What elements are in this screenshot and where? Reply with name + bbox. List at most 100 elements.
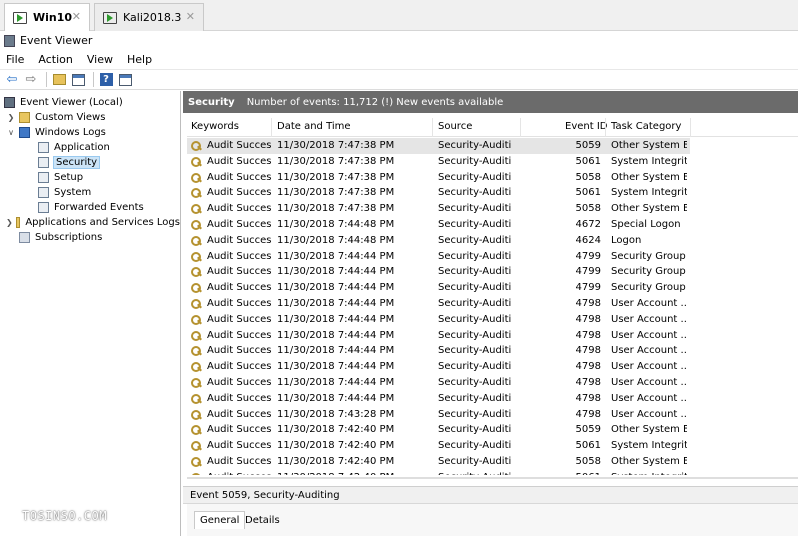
tree-item-security[interactable]: Security [0,155,180,170]
table-cell: 5061 [575,440,601,452]
title-bar: Event Viewer [0,31,798,50]
table-row[interactable]: Audit Success 11/30/2018 7:44:44 PM Securi… [187,375,690,391]
table-row[interactable]: Audit Success 11/30/2018 7:43:28 PM Securi… [187,407,690,423]
table-cell: Other System E... [611,456,687,467]
help-icon[interactable]: ? [98,72,114,88]
table-cell: 11/30/2018 7:44:44 PM [277,345,395,357]
table-cell: Other System E... [611,203,687,215]
table-row[interactable]: Audit Success 11/30/2018 7:44:44 PM Securi… [187,359,690,375]
table-row[interactable]: Audit Success 11/30/2018 7:42:40 PM Securi… [187,454,690,470]
table-cell: Security-Auditi [438,250,512,262]
tab-general[interactable]: General [194,511,246,529]
table-cell: 4798 [575,408,601,420]
open-folder-icon[interactable] [51,72,67,88]
horizontal-scrollbar[interactable] [187,477,798,479]
key-icon [191,267,201,278]
table-row[interactable]: Audit Success 11/30/2018 7:44:48 PM Securi… [187,217,690,233]
table-row[interactable]: Audit Success 11/30/2018 7:47:38 PM Securi… [187,154,690,170]
table-row[interactable]: Audit Success 11/30/2018 7:44:44 PM Securi… [187,296,690,312]
table-cell: 11/30/2018 7:44:44 PM [277,282,395,294]
table-cell: 11/30/2018 7:43:28 PM [277,408,395,420]
table-cell: 5061 [575,155,601,167]
vm-icon [13,11,27,24]
table-row[interactable]: Audit Success 11/30/2018 7:44:48 PM Securi… [187,233,690,249]
tree-item-system[interactable]: System [0,185,180,200]
vm-tab-win10[interactable]: Win10 ✕ [4,3,90,31]
tree-item-windows-logs[interactable]: ∨ Windows Logs [0,125,180,140]
toolbar: ⇦ ⇨ ? [0,69,798,90]
chevron-down-icon[interactable]: ∨ [6,128,16,137]
table-cell: Audit Success [207,234,271,246]
column-header-date-time[interactable]: Date and Time [277,121,351,132]
forward-arrow-icon[interactable]: ⇨ [23,72,39,88]
table-row[interactable]: Audit Success 11/30/2018 7:42:40 PM Securi… [187,470,690,475]
table-cell: 4798 [575,377,601,388]
tree-item-custom-views[interactable]: ❯ Custom Views [0,110,180,125]
table-cell: Other System E... [611,171,687,183]
tree-item-forwarded-events[interactable]: Forwarded Events [0,200,180,215]
table-row[interactable]: Audit Success 11/30/2018 7:47:38 PM Securi… [187,201,690,217]
menu-file[interactable]: File [6,53,24,66]
tree-item-application[interactable]: Application [0,140,180,155]
back-arrow-icon[interactable]: ⇦ [4,72,20,88]
close-icon[interactable]: ✕ [72,10,81,23]
table-row[interactable]: Audit Success 11/30/2018 7:47:38 PM Securi… [187,185,690,201]
menu-help[interactable]: Help [127,53,152,66]
key-icon [191,409,201,420]
table-row[interactable]: Audit Success 11/30/2018 7:44:44 PM Securi… [187,249,690,265]
table-cell: 4672 [575,219,601,230]
column-header-event-id[interactable]: Event ID [565,121,607,132]
subscriptions-icon [19,232,30,243]
table-cell: User Account ... [611,361,687,373]
table-row[interactable]: Audit Success 11/30/2018 7:42:40 PM Securi… [187,422,690,438]
column-header-task-category[interactable]: Task Category [611,121,681,132]
event-viewer-icon [4,34,15,47]
table-cell: Security-Auditi [438,361,512,373]
event-detail-header: Event 5059, Security-Auditing [183,486,798,504]
watermark-text: TOSINSO.COM [22,509,107,523]
table-row[interactable]: Audit Success 11/30/2018 7:44:44 PM Securi… [187,328,690,344]
key-icon [191,299,201,309]
tree-item-subscriptions[interactable]: Subscriptions [0,230,180,245]
vm-tab-kali[interactable]: Kali2018.3 ✕ [94,3,204,31]
table-cell: Audit Success [207,345,271,357]
table-row[interactable]: Audit Success 11/30/2018 7:42:40 PM Securi… [187,438,690,454]
tree-item-apps-services[interactable]: ❯ Applications and Services Logs [0,215,180,230]
table-row[interactable]: Audit Success 11/30/2018 7:44:44 PM Securi… [187,391,690,407]
table-row[interactable]: Audit Success 11/30/2018 7:44:44 PM Securi… [187,312,690,328]
table-cell: 11/30/2018 7:44:44 PM [277,298,395,309]
column-header-keywords[interactable]: Keywords [191,121,239,132]
table-cell: Security-Auditi [438,171,512,183]
chevron-right-icon[interactable]: ❯ [6,113,16,122]
tree-item-setup[interactable]: Setup [0,170,180,185]
table-cell: Security Group ... [611,250,687,262]
key-icon [191,220,201,230]
table-cell: Security-Auditi [438,234,512,246]
table-cell: Audit Success [207,282,271,294]
key-icon [191,156,201,167]
table-row[interactable]: Audit Success 11/30/2018 7:44:44 PM Securi… [187,280,690,296]
menu-view[interactable]: View [87,53,113,66]
log-icon [38,157,49,168]
table-row[interactable]: Audit Success 11/30/2018 7:47:38 PM Securi… [187,138,690,154]
table-cell: 4798 [575,313,601,325]
log-header: Security Number of events: 11,712 (!) Ne… [183,91,798,113]
table-row[interactable]: Audit Success 11/30/2018 7:47:38 PM Securi… [187,170,690,186]
column-header-source[interactable]: Source [438,121,472,132]
table-cell: 11/30/2018 7:44:48 PM [277,234,395,246]
chevron-right-icon[interactable]: ❯ [6,218,13,227]
table-cell: 11/30/2018 7:44:44 PM [277,266,395,278]
tab-details[interactable]: Details [240,511,285,529]
show-hide-tree-icon[interactable] [70,72,86,88]
table-cell: Special Logon [611,219,681,230]
table-row[interactable]: Audit Success 11/30/2018 7:44:44 PM Securi… [187,264,690,280]
table-cell: 11/30/2018 7:42:40 PM [277,456,395,467]
menu-action[interactable]: Action [38,53,72,66]
table-cell: Security Group ... [611,266,687,278]
table-row[interactable]: Audit Success 11/30/2018 7:44:44 PM Securi… [187,343,690,359]
table-cell: User Account ... [611,313,687,325]
close-icon[interactable]: ✕ [186,10,195,23]
tree-item-root[interactable]: Event Viewer (Local) [0,95,180,110]
vm-tab-label: Kali2018.3 [123,11,182,24]
action-pane-icon[interactable] [117,72,133,88]
